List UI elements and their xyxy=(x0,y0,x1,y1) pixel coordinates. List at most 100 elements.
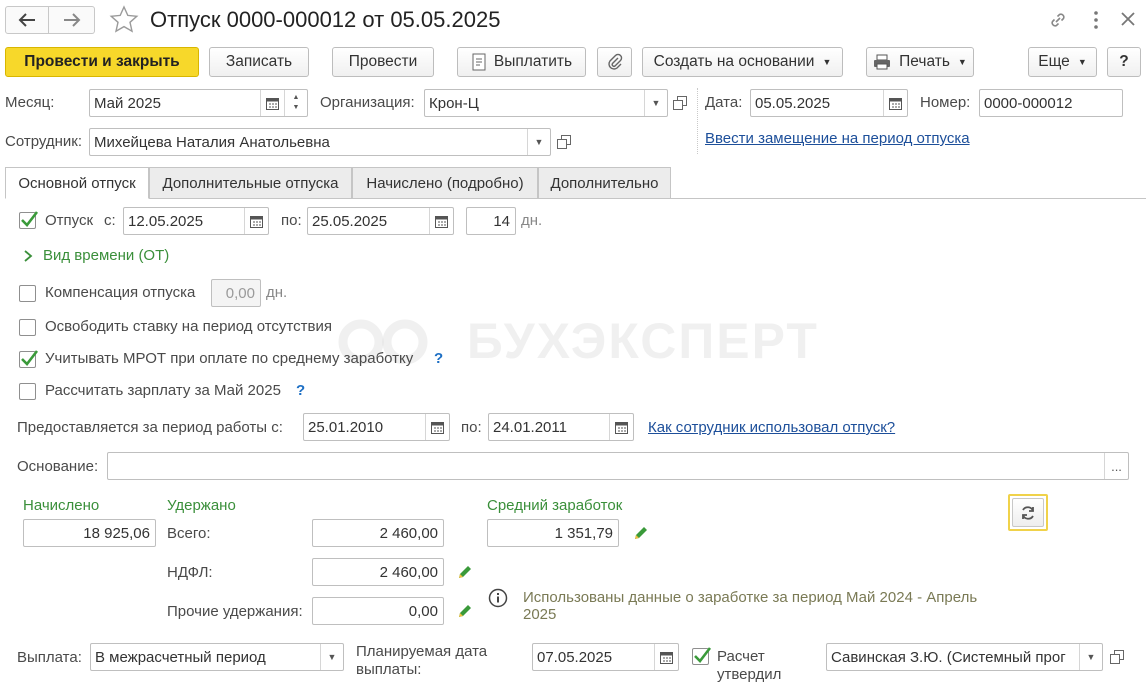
date-label: Дата: xyxy=(705,94,743,111)
vacation-from-field[interactable]: 12.05.2025 xyxy=(123,207,269,235)
dropdown-arrow-icon: ▼ xyxy=(822,57,832,67)
checkmark-icon xyxy=(21,350,39,366)
post-and-close-button[interactable]: Провести и закрыть xyxy=(5,47,199,77)
payment-label: Выплата: xyxy=(17,649,82,666)
calendar-icon[interactable] xyxy=(244,208,268,234)
calc-salary-checkbox[interactable] xyxy=(19,383,36,400)
back-button[interactable] xyxy=(5,6,49,34)
more-button-label: Еще xyxy=(1038,53,1070,70)
organization-field[interactable]: Крон-Ц ▼ xyxy=(424,89,668,117)
compensation-checkbox[interactable] xyxy=(19,285,36,302)
arrow-right-icon xyxy=(63,13,80,27)
recalculate-button[interactable] xyxy=(1008,494,1048,531)
calendar-icon[interactable] xyxy=(883,90,907,116)
dropdown-arrow-icon[interactable]: ▼ xyxy=(527,129,550,155)
organization-label: Организация: xyxy=(320,94,415,111)
stepper-down-icon[interactable]: ▼ xyxy=(293,103,300,113)
vacation-to-field[interactable]: 25.05.2025 xyxy=(307,207,454,235)
calc-salary-label: Рассчитать зарплату за Май 2025 xyxy=(45,382,281,399)
post-button[interactable]: Провести xyxy=(332,47,434,77)
chevron-right-icon[interactable] xyxy=(22,249,34,263)
close-icon[interactable] xyxy=(1118,9,1138,29)
stepper-up-icon[interactable]: ▲ xyxy=(293,93,300,103)
month-field[interactable]: Май 2025 ▲ ▼ xyxy=(89,89,308,117)
time-type-toggle[interactable]: Вид времени (ОТ) xyxy=(43,247,169,265)
calculation-approved-checkbox[interactable] xyxy=(692,647,712,665)
tab-additional[interactable]: Дополнительно xyxy=(538,167,671,199)
print-button[interactable]: Печать ▼ xyxy=(866,47,974,77)
other-withholdings-value: 0,00 xyxy=(408,603,438,620)
calc-salary-help-icon[interactable]: ? xyxy=(296,382,305,399)
dropdown-arrow-icon[interactable]: ▼ xyxy=(320,644,343,670)
withheld-total-label: Всего: xyxy=(167,525,211,542)
help-button[interactable]: ? xyxy=(1107,47,1141,77)
vacation-from-label: с: xyxy=(104,212,116,229)
create-based-on-button[interactable]: Создать на основании ▼ xyxy=(642,47,843,77)
employee-field[interactable]: Михейцева Наталия Анатольевна ▼ xyxy=(89,128,551,156)
work-period-label: Предоставляется за период работы с: xyxy=(17,419,283,436)
vacation-usage-link[interactable]: Как сотрудник использовал отпуск? xyxy=(648,419,895,437)
employee-label: Сотрудник: xyxy=(5,133,83,150)
attach-button[interactable] xyxy=(597,47,632,77)
tab-additional-vacations[interactable]: Дополнительные отпуска xyxy=(149,167,352,199)
basis-select-button[interactable]: ... xyxy=(1104,453,1128,479)
withheld-total-field[interactable]: 2 460,00 xyxy=(312,519,444,547)
accrued-field[interactable]: 18 925,06 xyxy=(23,519,156,547)
planned-date-value: 07.05.2025 xyxy=(537,649,613,666)
calendar-icon[interactable] xyxy=(425,414,449,440)
open-employee-icon[interactable] xyxy=(554,132,574,152)
payment-field[interactable]: В межрасчетный период ▼ xyxy=(90,643,344,671)
work-period-from-value: 25.01.2010 xyxy=(308,419,384,436)
vacation-checkbox[interactable] xyxy=(19,211,39,229)
other-withholdings-field[interactable]: 0,00 xyxy=(312,597,444,625)
calendar-icon[interactable] xyxy=(609,414,633,440)
average-earnings-field[interactable]: 1 351,79 xyxy=(487,519,619,547)
ndfl-field[interactable]: 2 460,00 xyxy=(312,558,444,586)
vacation-days-field[interactable]: 14 xyxy=(466,207,516,235)
save-button[interactable]: Записать xyxy=(209,47,309,77)
pay-button[interactable]: Выплатить xyxy=(457,47,586,77)
pay-button-label: Выплатить xyxy=(493,53,573,70)
withheld-total-value: 2 460,00 xyxy=(379,525,438,542)
planned-date-label-line-2: выплаты: xyxy=(356,661,422,678)
release-rate-label: Освободить ставку на период отсутствия xyxy=(45,318,332,335)
edit-average-earnings-pencil-icon[interactable] xyxy=(632,524,650,542)
approver-field[interactable]: Савинская З.Ю. (Системный прог ▼ xyxy=(826,643,1103,671)
mrot-help-icon[interactable]: ? xyxy=(434,350,443,367)
checkmark-icon xyxy=(21,211,39,227)
month-stepper[interactable]: ▲ ▼ xyxy=(284,90,307,116)
vacation-label: Отпуск xyxy=(45,212,94,229)
more-button[interactable]: Еще ▼ xyxy=(1028,47,1097,77)
basis-field[interactable]: ... xyxy=(107,452,1129,480)
favorite-star-button[interactable] xyxy=(108,4,140,36)
month-label: Месяц: xyxy=(5,94,55,111)
open-organization-icon[interactable] xyxy=(670,93,690,113)
average-earnings-label: Средний заработок xyxy=(487,497,623,514)
link-icon[interactable] xyxy=(1047,9,1069,31)
menu-dots-icon[interactable] xyxy=(1090,9,1102,31)
date-field[interactable]: 05.05.2025 xyxy=(750,89,908,117)
calendar-icon[interactable] xyxy=(429,208,453,234)
page-title: Отпуск 0000-000012 от 05.05.2025 xyxy=(150,7,501,32)
forward-button[interactable] xyxy=(49,6,95,34)
dropdown-arrow-icon[interactable]: ▼ xyxy=(1079,644,1102,670)
tab-main-vacation[interactable]: Основной отпуск xyxy=(5,167,149,199)
calendar-icon[interactable] xyxy=(654,644,678,670)
star-icon xyxy=(109,5,139,33)
open-approver-icon[interactable] xyxy=(1107,647,1127,667)
tab-accrued-details[interactable]: Начислено (подробно) xyxy=(352,167,538,199)
enter-substitution-link[interactable]: Ввести замещение на период отпуска xyxy=(705,130,970,148)
number-field[interactable]: 0000-000012 xyxy=(979,89,1123,117)
work-period-to-value: 24.01.2011 xyxy=(493,419,567,436)
edit-ndfl-pencil-icon[interactable] xyxy=(456,563,474,581)
work-period-to-field[interactable]: 24.01.2011 xyxy=(488,413,634,441)
calendar-icon[interactable] xyxy=(260,90,284,116)
compensation-days-field[interactable]: 0,00 xyxy=(211,279,261,307)
release-rate-checkbox[interactable] xyxy=(19,319,36,336)
print-button-label: Печать xyxy=(899,53,950,70)
dropdown-arrow-icon[interactable]: ▼ xyxy=(644,90,667,116)
work-period-from-field[interactable]: 25.01.2010 xyxy=(303,413,450,441)
mrot-checkbox[interactable] xyxy=(19,350,39,368)
planned-date-field[interactable]: 07.05.2025 xyxy=(532,643,679,671)
edit-other-withholdings-pencil-icon[interactable] xyxy=(456,602,474,620)
